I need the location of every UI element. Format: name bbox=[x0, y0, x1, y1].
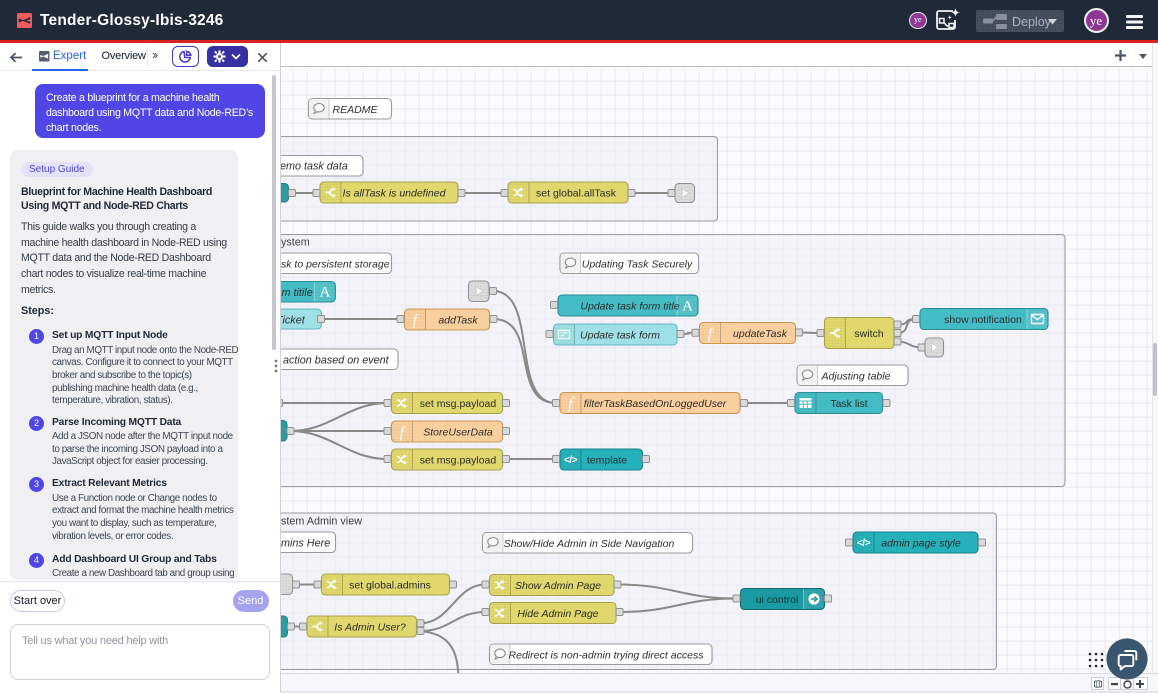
svg-text:admin page style: admin page style bbox=[881, 538, 961, 550]
svg-text:set msg.payload: set msg.payload bbox=[420, 398, 497, 410]
svg-text:addTask: addTask bbox=[438, 315, 478, 327]
svg-text:emo task data: emo task data bbox=[281, 161, 348, 173]
svg-text:Task list: Task list bbox=[830, 398, 867, 410]
svg-text:Show Admin Page: Show Admin Page bbox=[515, 580, 601, 592]
svg-text:ystem: ystem bbox=[281, 237, 310, 249]
svg-text:Is allTask is undefined: Is allTask is undefined bbox=[343, 188, 447, 200]
svg-text:set msg.payload: set msg.payload bbox=[420, 455, 497, 467]
svg-text:Redirect is non-admin trying d: Redirect is non-admin trying direct acce… bbox=[509, 649, 705, 661]
svg-text:Updating Task Securely: Updating Task Securely bbox=[582, 258, 693, 270]
svg-text:Update task form: Update task form bbox=[580, 330, 660, 342]
svg-text:Show/Hide Admin in Side Naviga: Show/Hide Admin in Side Navigation bbox=[504, 538, 675, 550]
svg-text:switch: switch bbox=[854, 328, 883, 340]
svg-text:Ticket: Ticket bbox=[281, 314, 306, 326]
svg-text:sk to persistent storage: sk to persistent storage bbox=[281, 259, 390, 271]
svg-text:mins Here: mins Here bbox=[281, 538, 330, 550]
svg-text:m titile: m titile bbox=[282, 287, 313, 299]
svg-text:action based on event: action based on event bbox=[283, 355, 390, 367]
svg-text:set global.allTask: set global.allTask bbox=[536, 188, 617, 200]
svg-text:Hide Admin Page: Hide Admin Page bbox=[517, 608, 598, 620]
svg-text:updateTask: updateTask bbox=[733, 328, 788, 340]
svg-text:Adjusting table: Adjusting table bbox=[821, 370, 891, 382]
svg-text:Is Admin User?: Is Admin User? bbox=[334, 622, 406, 634]
svg-text:</>: </> bbox=[857, 538, 871, 549]
svg-text:stem Admin view: stem Admin view bbox=[281, 516, 362, 528]
svg-text:set global.admins: set global.admins bbox=[349, 580, 431, 592]
svg-text:template: template bbox=[587, 455, 627, 467]
svg-text:A: A bbox=[682, 299, 693, 315]
svg-text:</>: </> bbox=[564, 455, 578, 466]
svg-text:README: README bbox=[333, 104, 379, 116]
svg-text:show notification: show notification bbox=[944, 314, 1022, 326]
svg-text:filterTaskBasedOnLoggedUser: filterTaskBasedOnLoggedUser bbox=[584, 398, 727, 410]
svg-text:ui control: ui control bbox=[756, 594, 799, 606]
svg-text:A: A bbox=[319, 285, 330, 301]
svg-text:Update task form title: Update task form title bbox=[580, 301, 679, 313]
svg-text:StoreUserData: StoreUserData bbox=[423, 427, 493, 439]
